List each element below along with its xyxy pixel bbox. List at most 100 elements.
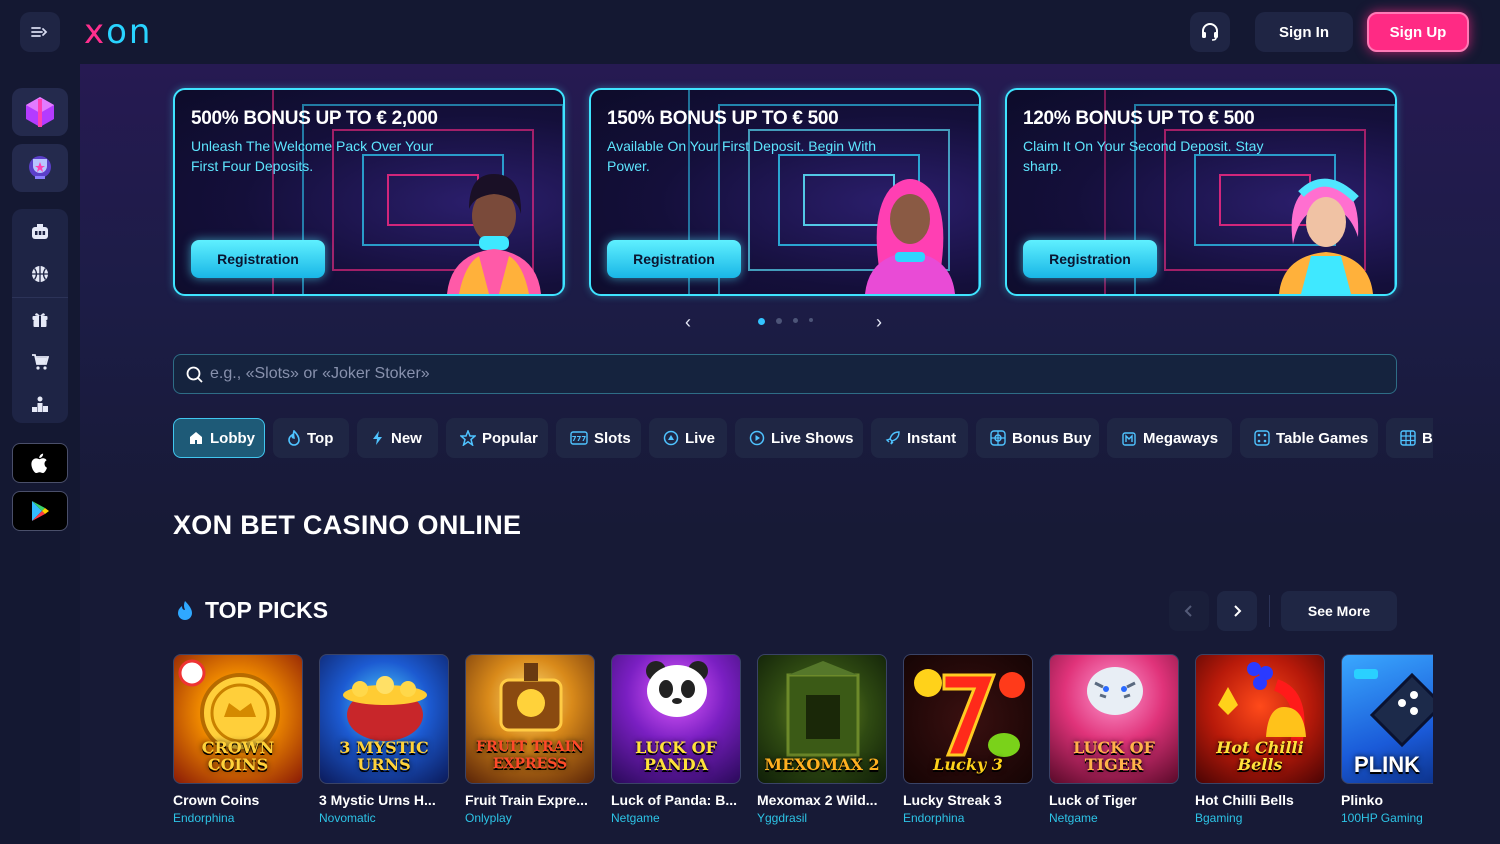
tab-label: Top bbox=[307, 429, 334, 447]
svg-text:777: 777 bbox=[572, 435, 587, 443]
tab-instant[interactable]: Instant bbox=[871, 418, 968, 458]
promo-banner[interactable]: 500% BONUS UP TO € 2,000 Unleash The Wel… bbox=[173, 88, 565, 296]
tab-live-shows[interactable]: Live Shows bbox=[735, 418, 863, 458]
search-input[interactable] bbox=[210, 355, 1380, 393]
sidebar-item-sports[interactable] bbox=[12, 253, 68, 295]
game-card[interactable]: LUCK OF PANDA Luck of Panda: B... Netgam… bbox=[611, 654, 741, 825]
game-card[interactable]: PLINK Plinko 100HP Gaming bbox=[1341, 654, 1433, 825]
tab-popular[interactable]: Popular bbox=[446, 418, 548, 458]
tab-more[interactable]: B bbox=[1386, 418, 1433, 458]
logo-on: on bbox=[106, 12, 153, 52]
game-provider: Endorphina bbox=[903, 811, 965, 825]
bonus-icon bbox=[990, 430, 1006, 446]
tab-table-games[interactable]: Table Games bbox=[1240, 418, 1378, 458]
podium-icon bbox=[32, 396, 48, 412]
game-thumbnail[interactable]: Hot Chilli Bells bbox=[1195, 654, 1325, 784]
game-thumbnail[interactable]: LUCK OF PANDA bbox=[611, 654, 741, 784]
game-name: Luck of Tiger bbox=[1049, 792, 1137, 808]
game-thumbnail[interactable]: LUCK OF TIGER bbox=[1049, 654, 1179, 784]
sign-up-button[interactable]: Sign Up bbox=[1367, 12, 1469, 52]
top-picks-prev-button[interactable] bbox=[1169, 591, 1209, 631]
top-picks-title: TOP PICKS bbox=[205, 597, 329, 623]
xon-logo[interactable]: x on bbox=[84, 12, 153, 52]
live-icon bbox=[663, 430, 679, 446]
banner-character-image bbox=[1279, 178, 1373, 294]
sidebar-item-casino[interactable] bbox=[12, 211, 68, 253]
gift-icon bbox=[32, 313, 48, 327]
game-card[interactable]: 3 MYSTIC URNS 3 Mystic Urns H... Novomat… bbox=[319, 654, 449, 825]
game-thumbnail[interactable]: CROWN COINS bbox=[173, 654, 303, 784]
carousel-prev-button[interactable]: ‹ bbox=[685, 312, 691, 332]
apple-icon bbox=[31, 453, 47, 474]
registration-button[interactable]: Registration bbox=[1023, 240, 1157, 278]
registration-button[interactable]: Registration bbox=[191, 240, 325, 278]
left-sidebar bbox=[0, 64, 80, 844]
sidebar-item-shop[interactable] bbox=[12, 341, 68, 383]
tab-label: Bonus Buy bbox=[1012, 429, 1092, 447]
game-thumbnail[interactable]: FRUIT TRAIN EXPRESS bbox=[465, 654, 595, 784]
game-thumbnail[interactable]: 3 MYSTIC URNS bbox=[319, 654, 449, 784]
rocket-icon bbox=[885, 431, 900, 445]
game-thumbnail[interactable]: MEXOMAX 2 bbox=[757, 654, 887, 784]
carousel-dot[interactable] bbox=[809, 318, 813, 322]
game-thumbnail[interactable]: PLINK bbox=[1341, 654, 1433, 784]
game-art-title: 3 MYSTIC URNS bbox=[339, 738, 429, 774]
tab-slots[interactable]: 777 Slots bbox=[556, 418, 641, 458]
game-card[interactable]: CROWN COINS Crown Coins Endorphina bbox=[173, 654, 303, 825]
carousel-next-button[interactable]: › bbox=[876, 312, 882, 332]
game-art-title: MEXOMAX 2 bbox=[764, 755, 880, 774]
sign-in-button[interactable]: Sign In bbox=[1255, 12, 1353, 52]
see-more-button[interactable]: See More bbox=[1281, 591, 1397, 631]
banner-text: Unleash The Welcome Pack Over Your First… bbox=[191, 138, 434, 174]
carousel-dot[interactable] bbox=[793, 318, 798, 323]
game-name: Luck of Panda: B... bbox=[611, 792, 738, 808]
game-card[interactable]: Lucky 3 Lucky Streak 3 Endorphina bbox=[903, 654, 1033, 825]
game-card[interactable]: FRUIT TRAIN EXPRESS Fruit Train Expre...… bbox=[465, 654, 595, 825]
game-thumbnail[interactable]: Lucky 3 bbox=[903, 654, 1033, 784]
game-art-title: FRUIT TRAIN EXPRESS bbox=[476, 739, 584, 772]
game-card[interactable]: MEXOMAX 2 Mexomax 2 Wild... Yggdrasil bbox=[757, 654, 887, 825]
game-card[interactable]: Hot Chilli Bells Hot Chilli Bells Bgamin… bbox=[1195, 654, 1325, 825]
main-content: 500% BONUS UP TO € 2,000 Unleash The Wel… bbox=[80, 64, 1500, 844]
tab-label: Popular bbox=[482, 429, 538, 447]
carousel-dot[interactable] bbox=[776, 318, 782, 324]
registration-button[interactable]: Registration bbox=[607, 240, 741, 278]
tab-label: Table Games bbox=[1276, 429, 1369, 447]
tab-lobby[interactable]: Lobby bbox=[173, 418, 265, 458]
game-provider: Novomatic bbox=[319, 811, 376, 825]
logo-x: x bbox=[84, 12, 107, 52]
sidebar-promo-gift[interactable] bbox=[12, 88, 68, 136]
fire-icon bbox=[288, 430, 300, 446]
game-provider: Netgame bbox=[1049, 811, 1098, 825]
banner-character-image bbox=[447, 174, 541, 294]
game-name: Fruit Train Expre... bbox=[465, 792, 588, 808]
promo-banner[interactable]: 120% BONUS UP TO € 500 Claim It On Your … bbox=[1005, 88, 1397, 296]
sidebar-item-bonuses[interactable] bbox=[12, 298, 68, 340]
top-picks-next-button[interactable] bbox=[1217, 591, 1257, 631]
carousel-dot[interactable] bbox=[758, 318, 765, 325]
game-card[interactable]: LUCK OF TIGER Luck of Tiger Netgame bbox=[1049, 654, 1179, 825]
sidebar-item-tournaments[interactable] bbox=[12, 383, 68, 425]
game-provider: 100HP Gaming bbox=[1341, 811, 1423, 825]
menu-expand-icon bbox=[31, 27, 48, 37]
tab-live[interactable]: Live bbox=[649, 418, 727, 458]
tab-top[interactable]: Top bbox=[273, 418, 349, 458]
banner-text: Claim It On Your Second Deposit. Stay sh… bbox=[1023, 138, 1264, 174]
chevron-right-icon bbox=[1234, 605, 1242, 617]
game-name: Lucky Streak 3 bbox=[903, 792, 1002, 808]
promo-banner[interactable]: 150% BONUS UP TO € 500 Available On Your… bbox=[589, 88, 981, 296]
bolt-icon bbox=[373, 431, 382, 445]
menu-expand-button[interactable] bbox=[20, 12, 60, 52]
category-tabs: Lobby Top New Popular 777 Slots Live Liv… bbox=[173, 418, 1433, 460]
tab-bonus-buy[interactable]: Bonus Buy bbox=[976, 418, 1099, 458]
tab-new[interactable]: New bbox=[357, 418, 438, 458]
game-provider: Endorphina bbox=[173, 811, 235, 825]
tab-megaways[interactable]: Megaways bbox=[1107, 418, 1232, 458]
support-button[interactable] bbox=[1190, 12, 1230, 52]
apple-app-button[interactable] bbox=[12, 443, 68, 483]
divider bbox=[1269, 595, 1270, 627]
game-art-title: Lucky 3 bbox=[933, 755, 1003, 774]
banner-title: 150% BONUS UP TO € 500 bbox=[607, 108, 839, 129]
google-play-button[interactable] bbox=[12, 491, 68, 531]
sidebar-promo-trophy[interactable] bbox=[12, 144, 68, 192]
